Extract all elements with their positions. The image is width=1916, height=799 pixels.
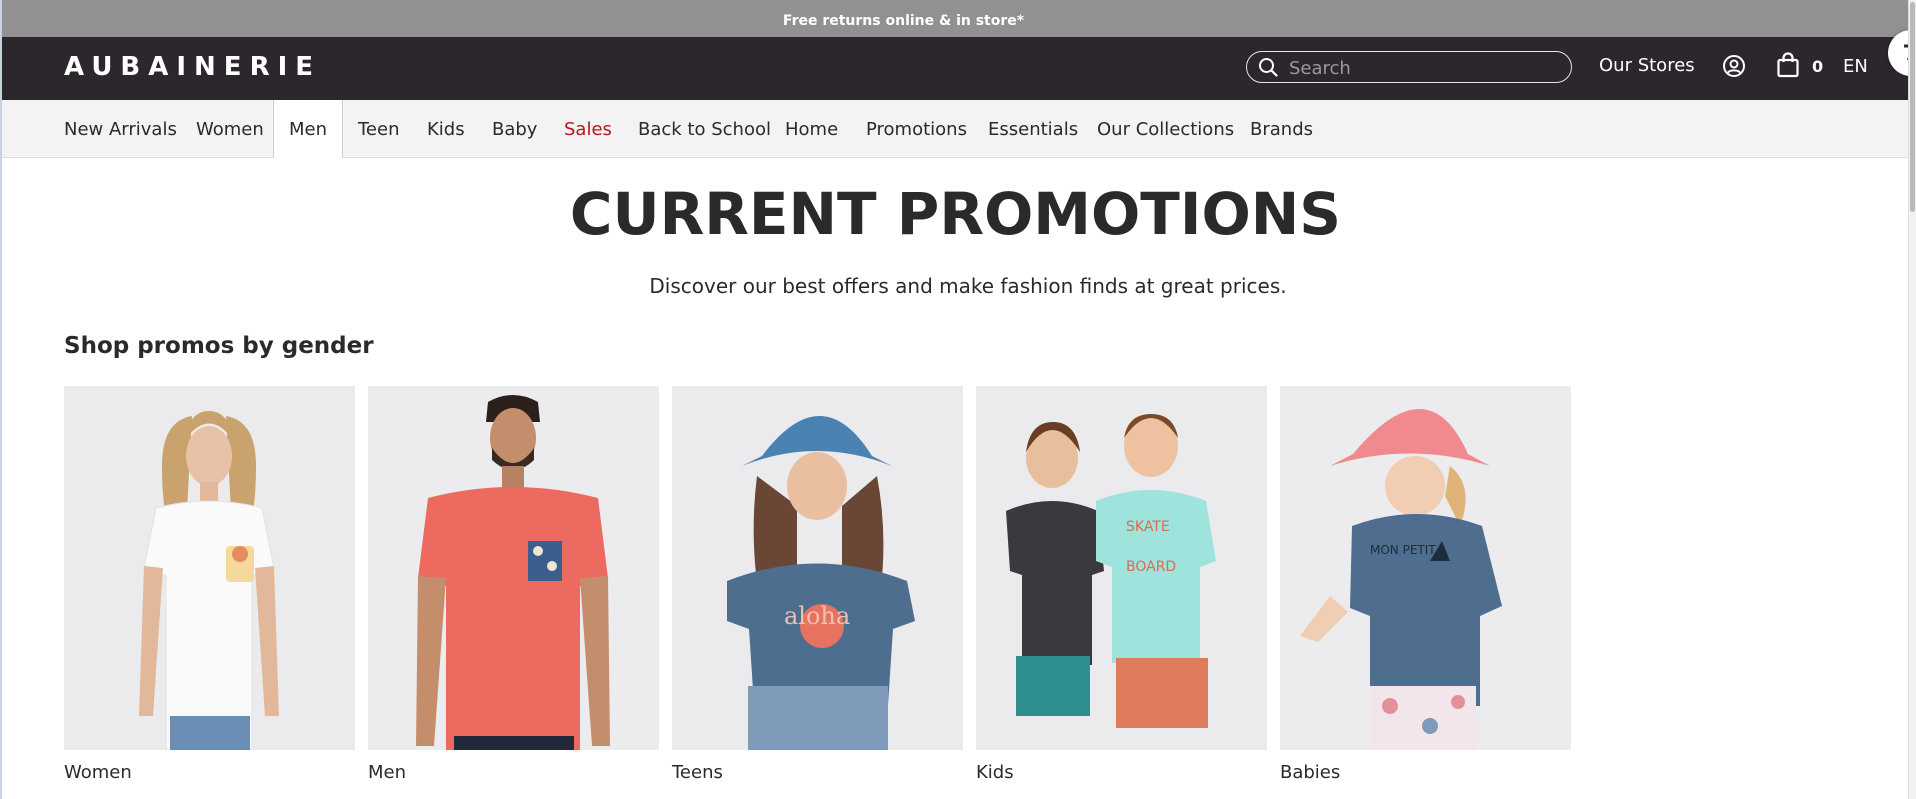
svg-text:BOARD: BOARD bbox=[1126, 559, 1176, 575]
nav-item-women[interactable]: Women bbox=[196, 100, 264, 157]
user-circle-icon[interactable] bbox=[1722, 54, 1746, 78]
logo[interactable]: AUBAINERIE bbox=[64, 52, 321, 82]
nav-item-essentials[interactable]: Essentials bbox=[988, 100, 1078, 157]
promo-image-teens[interactable]: aloha bbox=[672, 386, 963, 750]
promo-image-women[interactable] bbox=[64, 386, 355, 750]
promo-image-kids[interactable]: SKATE BOARD bbox=[976, 386, 1267, 750]
site-header: AUBAINERIE Our Stores 0 EN bbox=[2, 37, 1909, 100]
promo-card-men[interactable]: Men bbox=[368, 386, 659, 783]
nav-item-sales[interactable]: Sales bbox=[564, 100, 612, 157]
promo-card-label: Men bbox=[368, 762, 407, 783]
nav-item-back-to-school[interactable]: Back to School bbox=[638, 100, 771, 157]
nav-item-new-arrivals[interactable]: New Arrivals bbox=[64, 100, 177, 157]
svg-text:SKATE: SKATE bbox=[1126, 519, 1170, 535]
nav-item-promotions[interactable]: Promotions bbox=[866, 100, 967, 157]
page-title: CURRENT PROMOTIONS bbox=[569, 180, 1342, 248]
promo-card-kids[interactable]: SKATE BOARD Kids bbox=[976, 386, 1267, 783]
nav-item-home[interactable]: Home bbox=[785, 100, 838, 157]
promo-image-babies[interactable]: MON PETIT bbox=[1280, 386, 1571, 750]
our-stores-link[interactable]: Our Stores bbox=[1599, 55, 1695, 76]
promo-card-label: Teens bbox=[672, 762, 723, 783]
main-nav: New Arrivals Women Men Teen Kids Baby Sa… bbox=[2, 100, 1909, 158]
nav-item-teen[interactable]: Teen bbox=[358, 100, 400, 157]
svg-text:MON PETIT: MON PETIT bbox=[1370, 543, 1436, 557]
vertical-scrollbar[interactable] bbox=[1908, 0, 1916, 799]
language-switch[interactable]: EN bbox=[1843, 56, 1868, 77]
svg-text:aloha: aloha bbox=[784, 602, 850, 630]
promo-card-label: Women bbox=[64, 762, 132, 783]
nav-item-kids[interactable]: Kids bbox=[427, 100, 465, 157]
search-input[interactable] bbox=[1287, 55, 1561, 81]
nav-item-brands[interactable]: Brands bbox=[1250, 100, 1313, 157]
search-bar[interactable] bbox=[1246, 51, 1572, 83]
page-frame: Free returns online & in store* AUBAINER… bbox=[0, 0, 1909, 799]
promo-card-babies[interactable]: MON PETIT Babies bbox=[1280, 386, 1571, 783]
promo-card-teens[interactable]: aloha Teens bbox=[672, 386, 963, 783]
bag-count: 0 bbox=[1812, 57, 1824, 76]
nav-item-men[interactable]: Men bbox=[273, 100, 343, 158]
section-heading: Shop promos by gender bbox=[64, 333, 374, 359]
promo-card-label: Kids bbox=[976, 762, 1014, 783]
scrollbar-thumb[interactable] bbox=[1910, 2, 1915, 212]
shopping-bag-icon[interactable] bbox=[1776, 52, 1800, 78]
promo-card-women[interactable]: Women bbox=[64, 386, 355, 783]
page-subtitle: Discover our best offers and make fashio… bbox=[649, 274, 1287, 298]
promo-card-label: Babies bbox=[1280, 762, 1341, 783]
search-icon[interactable] bbox=[1258, 57, 1278, 77]
nav-item-baby[interactable]: Baby bbox=[492, 100, 537, 157]
promo-banner[interactable]: Free returns online & in store* bbox=[2, 0, 1909, 37]
nav-item-our-collections[interactable]: Our Collections bbox=[1097, 100, 1234, 157]
promo-banner-text: Free returns online & in store* bbox=[782, 13, 1025, 29]
promo-image-men[interactable] bbox=[368, 386, 659, 750]
